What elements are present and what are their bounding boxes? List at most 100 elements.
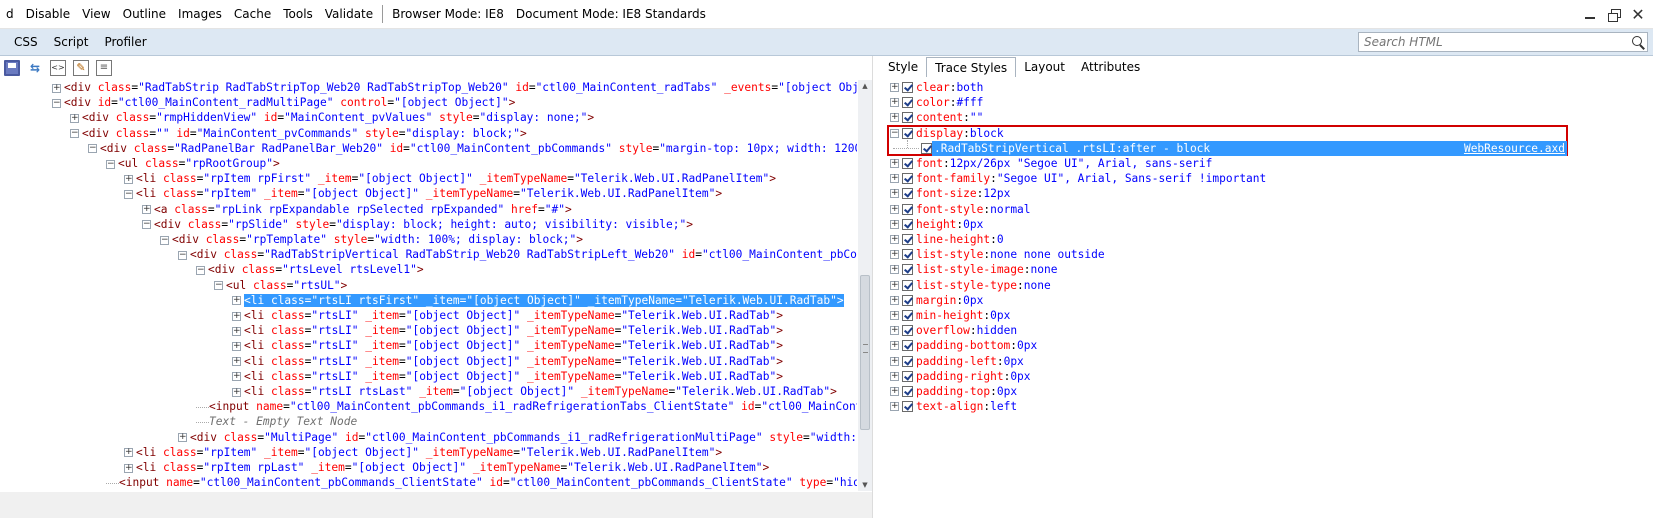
refresh-icon[interactable]: ⇆	[27, 60, 43, 76]
style-property-row[interactable]: + overflow : hidden	[880, 323, 1017, 338]
expand-icon[interactable]: +	[890, 402, 899, 412]
tree-node[interactable]: + <li class="rpItem rpFirst" _item="[obje…	[124, 171, 776, 186]
tree-node[interactable]: + <li class="rpItem rpLast" _item="[objec…	[124, 460, 769, 475]
expand-icon[interactable]: +	[890, 311, 899, 321]
rule-checkbox[interactable]	[921, 143, 932, 154]
property-checkbox[interactable]	[902, 203, 913, 215]
tree-node[interactable]: + <li class="rpItem" _item="[object Objec…	[124, 445, 722, 460]
property-checkbox[interactable]	[902, 370, 913, 382]
expand-icon[interactable]: +	[890, 280, 899, 290]
tab-attributes[interactable]: Attributes	[1073, 57, 1148, 77]
scrollbar-thumb[interactable]	[860, 275, 870, 430]
style-property-row[interactable]: + padding-bottom : 0px	[880, 338, 1037, 353]
expand-icon[interactable]: +	[232, 372, 241, 382]
expand-icon[interactable]: +	[890, 265, 899, 275]
expand-icon[interactable]: +	[890, 204, 899, 214]
expand-icon[interactable]: +	[890, 356, 899, 366]
tree-node[interactable]: + <li class="rtsLI rtsLast" _item="[objec…	[232, 384, 837, 399]
tree-node[interactable]: − <div class="rpSlide" style="display: bl…	[142, 217, 693, 232]
expand-icon[interactable]: +	[890, 98, 899, 108]
tree-node[interactable]: + <li class="rtsLI" _item="[object Object…	[232, 323, 783, 338]
property-checkbox[interactable]	[902, 386, 913, 398]
menu-item-outline[interactable]: Outline	[117, 0, 172, 29]
tree-node[interactable]: − <ul class="rpRootGroup">	[106, 156, 280, 171]
expand-icon[interactable]: +	[232, 341, 241, 351]
horizontal-scrollbar-area[interactable]	[0, 492, 872, 518]
style-property-row[interactable]: + font : 12px/26px "Segoe UI", Arial, san…	[880, 156, 1212, 171]
pane-splitter[interactable]	[872, 56, 880, 518]
tab-script[interactable]: Script	[46, 29, 97, 56]
expand-icon[interactable]: +	[232, 387, 241, 397]
menu-item-tools[interactable]: Tools	[277, 0, 319, 29]
style-property-row[interactable]: + color : #fff	[880, 95, 983, 110]
collapse-icon[interactable]: −	[214, 281, 223, 291]
tree-node[interactable]: − <div class = "RadTabStripVertical RadTabS…	[178, 247, 857, 262]
expand-icon[interactable]: +	[890, 174, 899, 184]
property-checkbox[interactable]	[902, 294, 913, 306]
tree-node[interactable]: + <li class="rtsLI" _item="[object Object…	[232, 308, 783, 323]
property-checkbox[interactable]	[902, 218, 913, 230]
tab-style[interactable]: Style	[880, 57, 926, 77]
rule-source-link[interactable]: WebResource.axd	[1464, 141, 1565, 156]
style-property-row[interactable]: + min-height : 0px	[880, 308, 1010, 323]
tree-vertical-scrollbar[interactable]: ▲ ▼	[858, 80, 872, 491]
property-checkbox[interactable]	[902, 355, 913, 367]
menu-item-cache[interactable]: Cache	[228, 0, 277, 29]
menu-item-view[interactable]: View	[76, 0, 116, 29]
menu-item-validate[interactable]: Validate	[319, 0, 379, 29]
property-checkbox[interactable]	[902, 158, 913, 170]
style-property-row[interactable]: + list-style : none none outside	[880, 247, 1105, 262]
property-checkbox[interactable]	[902, 264, 913, 276]
style-property-row[interactable]: + margin : 0px	[880, 293, 983, 308]
expand-icon[interactable]: +	[890, 189, 899, 199]
style-property-row[interactable]: + padding-left : 0px	[880, 354, 1024, 369]
property-checkbox[interactable]	[902, 82, 913, 94]
tree-node[interactable]: + <li class="rtsLI" _item="[object Object…	[232, 369, 783, 384]
expand-icon[interactable]: +	[178, 433, 187, 443]
menu-item-disable[interactable]: Disable	[20, 0, 77, 29]
expand-icon[interactable]: +	[890, 113, 899, 123]
style-property-row[interactable]: + font-family : "Segoe UI", Arial, Sans-s…	[880, 171, 1266, 186]
tab-css[interactable]: CSS	[6, 29, 46, 56]
expand-icon[interactable]: +	[124, 463, 133, 473]
expand-icon[interactable]: +	[142, 205, 151, 215]
expand-icon[interactable]: +	[232, 326, 241, 336]
property-checkbox[interactable]	[902, 173, 913, 185]
property-checkbox[interactable]	[902, 249, 913, 261]
expand-icon[interactable]: +	[890, 250, 899, 260]
edit-icon[interactable]: ✎	[73, 60, 89, 76]
property-checkbox[interactable]	[902, 279, 913, 291]
expand-icon[interactable]: +	[52, 83, 61, 93]
expand-icon[interactable]: +	[232, 296, 241, 306]
tree-node[interactable]: − <ul class="rtsUL">	[214, 278, 347, 293]
tree-node[interactable]: − <div id="ctl00_MainContent_radMultiPage…	[52, 95, 515, 110]
tree-node[interactable]: + <li class="rtsLI rtsFirst" _item="[obje…	[232, 293, 844, 308]
property-checkbox[interactable]	[902, 340, 913, 352]
style-property-row[interactable]: + clear : both	[880, 80, 983, 95]
word-wrap-icon[interactable]: ≡	[96, 60, 112, 76]
collapse-icon[interactable]: −	[124, 189, 133, 199]
tab-layout[interactable]: Layout	[1016, 57, 1073, 77]
menu-item-images[interactable]: Images	[172, 0, 228, 29]
expand-icon[interactable]: +	[890, 219, 899, 229]
expand-icon[interactable]: +	[890, 295, 899, 305]
tree-node[interactable]: + <li class="rtsLI" _item="[object Object…	[232, 338, 783, 353]
expand-icon[interactable]: +	[124, 448, 133, 458]
style-property-row[interactable]: + line-height : 0	[880, 232, 1004, 247]
expand-icon[interactable]: +	[890, 341, 899, 351]
tab-trace-styles[interactable]: Trace Styles	[926, 57, 1017, 77]
tree-node[interactable]: + <li class="rtsLI" _item="[object Object…	[232, 354, 783, 369]
dom-select-icon[interactable]: <>	[50, 60, 66, 76]
tree-node[interactable]: <input name="ctl00_MainContent_pbCommand…	[106, 475, 857, 490]
tree-node[interactable]: − <div class = "RadPanelBar RadPanelBar_Web…	[88, 141, 857, 156]
tree-node[interactable]: − <div class="" id="MainContent_pvCommand…	[70, 126, 527, 141]
expand-icon[interactable]: +	[890, 83, 899, 93]
expand-icon[interactable]: +	[890, 159, 899, 169]
tab-profiler[interactable]: Profiler	[96, 29, 154, 56]
search-icon[interactable]	[1629, 33, 1647, 51]
document-mode-menu[interactable]: Document Mode: IE8 Standards	[510, 0, 712, 29]
collapse-icon[interactable]: −	[196, 265, 205, 275]
tree-node[interactable]: + <div class="rmpHiddenView" id="MainCont…	[70, 110, 594, 125]
collapse-icon[interactable]: −	[142, 220, 151, 230]
property-checkbox[interactable]	[902, 234, 913, 246]
